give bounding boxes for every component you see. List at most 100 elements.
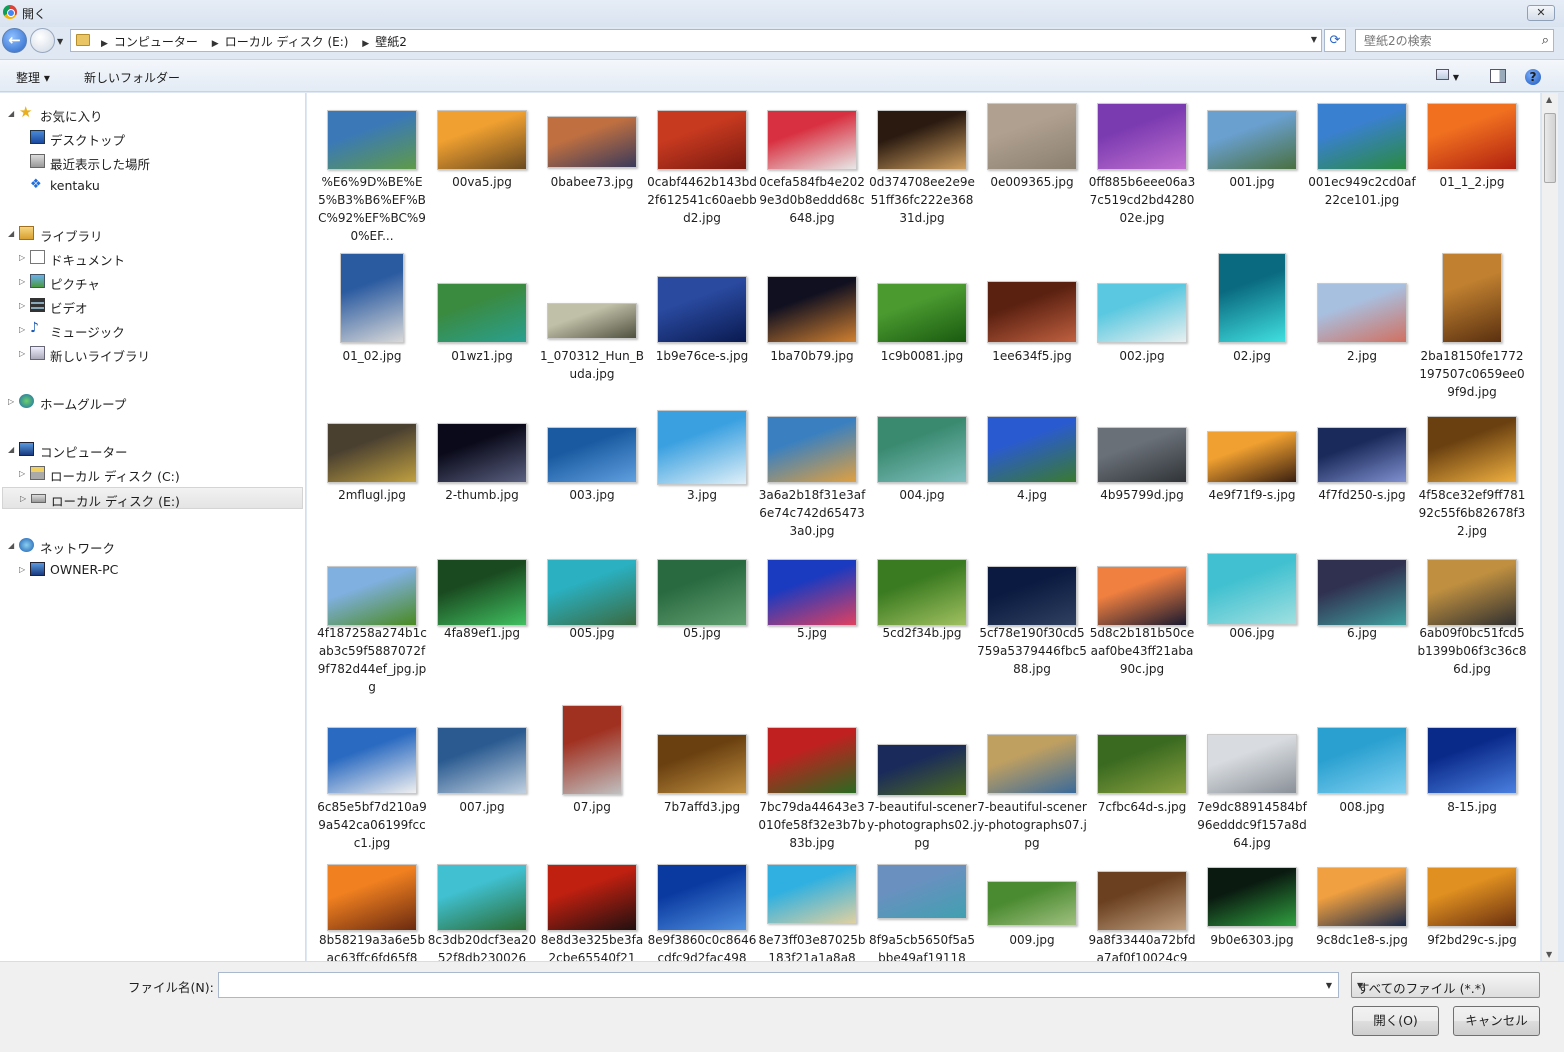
image-thumbnail[interactable] [327,423,417,483]
image-thumbnail[interactable] [437,283,527,343]
image-thumbnail[interactable] [1427,416,1517,483]
image-thumbnail[interactable] [1427,103,1517,170]
image-thumbnail[interactable] [1207,110,1297,170]
image-thumbnail[interactable] [1097,734,1187,794]
image-thumbnail[interactable] [1207,734,1297,794]
image-thumbnail[interactable] [1317,559,1407,626]
nav-desktop[interactable]: デスクトップ [0,127,300,149]
nav-disk-c[interactable]: ▷ ローカル ディスク (C:) [0,463,300,485]
nav-videos[interactable]: ▷ ビデオ [0,295,300,317]
organize-button[interactable]: 整理 ▾ [16,69,50,86]
image-thumbnail[interactable] [547,427,637,483]
image-thumbnail[interactable] [1317,103,1407,170]
image-thumbnail[interactable] [1207,553,1297,625]
image-thumbnail[interactable] [767,559,857,626]
image-thumbnail[interactable] [1207,867,1297,927]
image-thumbnail[interactable] [657,734,747,794]
open-button[interactable]: 開く(O) [1352,1006,1439,1036]
collapsed-arrow-icon[interactable]: ▷ [19,565,25,574]
image-thumbnail[interactable] [987,881,1077,926]
filetype-select[interactable]: すべてのファイル (*.*) ▼ [1351,972,1540,998]
image-thumbnail[interactable] [1218,253,1286,343]
scroll-down-icon[interactable]: ▼ [1546,950,1552,959]
nav-recent-places[interactable]: 最近表示した場所 [0,151,300,173]
image-thumbnail[interactable] [1317,867,1407,927]
filename-input[interactable] [219,973,1309,997]
image-thumbnail[interactable] [1427,867,1517,927]
back-button[interactable]: ← [2,28,27,53]
image-thumbnail[interactable] [877,559,967,626]
collapsed-arrow-icon[interactable]: ▷ [19,325,25,334]
image-thumbnail[interactable] [547,116,637,168]
breadcrumb-chevron-icon[interactable]: ▶ [212,39,219,49]
nav-new-library[interactable]: ▷ 新しいライブラリ [0,343,300,365]
preview-pane-icon[interactable] [1490,69,1506,83]
nav-music[interactable]: ▷ ♪ ミュージック [0,319,300,341]
collapsed-arrow-icon[interactable]: ▷ [19,277,25,286]
image-thumbnail[interactable] [1317,727,1407,794]
collapsed-arrow-icon[interactable]: ▷ [8,397,14,406]
image-thumbnail[interactable] [1427,727,1517,794]
scroll-up-icon[interactable]: ▲ [1546,95,1552,104]
image-thumbnail[interactable] [987,416,1077,483]
image-thumbnail[interactable] [987,103,1077,170]
image-thumbnail[interactable] [657,276,747,343]
collapsed-arrow-icon[interactable]: ▷ [20,494,26,503]
image-thumbnail[interactable] [437,864,527,931]
breadcrumb-disk-e[interactable]: ローカル ディスク (E:) [225,35,349,49]
filename-dropdown-icon[interactable]: ▼ [1326,981,1332,990]
image-thumbnail[interactable] [437,423,527,483]
image-thumbnail[interactable] [767,276,857,343]
nav-homegroup[interactable]: ▷ ホームグループ [0,391,300,413]
collapsed-arrow-icon[interactable]: ▷ [19,253,25,262]
image-thumbnail[interactable] [877,283,967,343]
nav-computer[interactable]: ◢ コンピューター [0,439,300,461]
nav-libraries[interactable]: ◢ ライブラリ [0,223,300,245]
image-thumbnail[interactable] [437,110,527,170]
scrollbar-thumb[interactable] [1544,113,1556,183]
image-thumbnail[interactable] [1317,283,1407,343]
image-thumbnail[interactable] [1317,427,1407,483]
image-thumbnail[interactable] [327,864,417,931]
image-thumbnail[interactable] [657,559,747,626]
collapsed-arrow-icon[interactable]: ▷ [19,469,25,478]
nav-disk-e[interactable]: ▷ ローカル ディスク (E:) [2,487,303,509]
view-options-button[interactable]: ▼ [1436,69,1466,83]
cancel-button[interactable]: キャンセル [1453,1006,1540,1036]
image-thumbnail[interactable] [1427,559,1517,626]
nav-kentaku[interactable]: ❖ kentaku [0,175,300,197]
new-folder-button[interactable]: 新しいフォルダー [84,69,180,86]
image-thumbnail[interactable] [437,727,527,794]
image-thumbnail[interactable] [657,110,747,170]
image-thumbnail[interactable] [562,705,622,795]
nav-network[interactable]: ◢ ネットワーク [0,535,300,557]
image-thumbnail[interactable] [340,253,404,343]
image-thumbnail[interactable] [1097,283,1187,343]
expanded-arrow-icon[interactable]: ◢ [8,541,14,550]
image-thumbnail[interactable] [767,727,857,794]
vertical-scrollbar[interactable]: ▲ ▼ [1541,93,1558,961]
close-button[interactable]: ✕ [1527,5,1555,21]
breadcrumb-chevron-icon[interactable]: ▶ [362,39,369,49]
image-thumbnail[interactable] [547,864,637,931]
image-thumbnail[interactable] [437,559,527,626]
history-dropdown-icon[interactable]: ▼ [57,37,63,46]
image-thumbnail[interactable] [877,416,967,483]
collapsed-arrow-icon[interactable]: ▷ [19,301,25,310]
search-input[interactable] [1356,30,1526,51]
image-thumbnail[interactable] [1097,103,1187,170]
nav-favorites[interactable]: ◢ ★ お気に入り [0,103,300,125]
image-thumbnail[interactable] [547,303,637,339]
image-thumbnail[interactable] [657,864,747,931]
image-thumbnail[interactable] [547,559,637,626]
image-thumbnail[interactable] [767,416,857,483]
image-thumbnail[interactable] [327,110,417,170]
image-thumbnail[interactable] [767,864,857,924]
address-dropdown-icon[interactable]: ▼ [1311,35,1317,44]
image-thumbnail[interactable] [1097,427,1187,483]
image-thumbnail[interactable] [327,727,417,794]
expanded-arrow-icon[interactable]: ◢ [8,229,14,238]
nav-owner-pc[interactable]: ▷ OWNER-PC [0,559,300,581]
image-thumbnail[interactable] [1207,431,1297,483]
image-thumbnail[interactable] [987,281,1077,343]
